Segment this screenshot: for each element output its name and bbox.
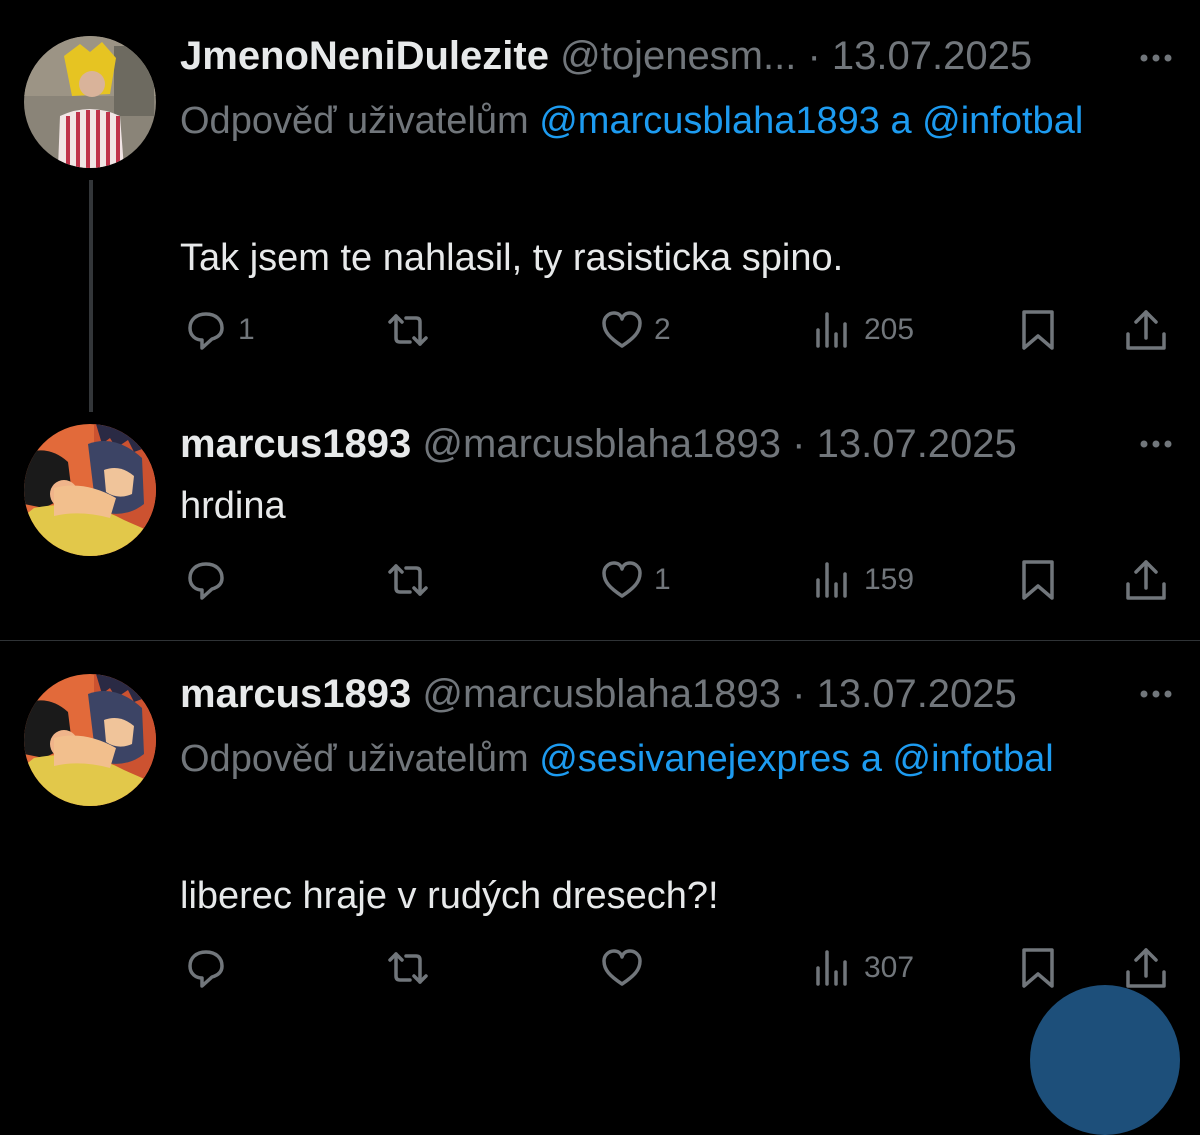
heart-icon [602,561,642,598]
like-count: 1 [654,563,671,596]
retweet-icon [388,952,428,984]
tweet-divider [0,640,1200,641]
reply-bubble-icon [188,950,224,988]
share-icon [1126,310,1166,350]
like-button[interactable]: 2 [600,300,671,360]
reply-context: Odpověď uživatelům @sesivanejexpres a @i… [180,728,1120,790]
view-count: 307 [864,951,915,984]
display-name[interactable]: marcus1893 [180,672,411,716]
mention-link[interactable]: @sesivanejexpres [539,738,850,780]
tweet-text: Tak jsem te nahlasil, ty rasisticka spin… [180,237,844,279]
separator-dot: · [792,672,806,716]
bookmark-icon [1022,310,1054,350]
reply-bubble-icon [188,312,224,350]
view-count: 205 [864,313,915,346]
compose-button[interactable] [1030,985,1180,1135]
more-dots-icon[interactable] [1134,672,1178,716]
retweet-button[interactable] [386,300,430,360]
thread-line [89,180,93,412]
separator-dot: · [807,34,821,78]
tweet-date[interactable]: 13.07.2025 [817,422,1017,466]
display-name[interactable]: marcus1893 [180,422,411,466]
reply-button[interactable]: 1 [184,300,255,360]
views-button[interactable]: 307 [810,938,914,998]
separator-dot: · [792,422,806,466]
avatar[interactable] [24,674,156,806]
heart-icon [602,949,642,986]
tweet-actions: 1 2 205 [180,300,1180,360]
retweet-icon [388,314,428,346]
user-handle[interactable]: @tojenesm... [560,34,796,78]
reply-bubble-icon [188,562,224,600]
reply-prefix: Odpověď uživatelům [180,738,529,780]
bookmark-button[interactable] [1016,300,1060,360]
views-bar-chart-icon [816,562,847,598]
share-button[interactable] [1124,550,1168,610]
heart-icon [602,311,642,348]
mention-and: a [860,738,882,780]
share-button[interactable] [1124,300,1168,360]
retweet-icon [388,564,428,596]
tweet-text: liberec hraje v rudých dresech?! [180,875,719,917]
user-handle[interactable]: @marcusblaha1893 [422,422,781,466]
views-bar-chart-icon [816,312,847,348]
mention-link[interactable]: @infotbal [893,738,1054,780]
tweet-actions: 1 159 [180,550,1180,610]
reply-count: 1 [238,313,255,346]
tweet-header: JmenoNeniDulezite @tojenesm... · 13.07.2… [180,26,1032,86]
tweet-header: marcus1893 @marcusblaha1893 · 13.07.2025 [180,414,1017,474]
mention-link[interactable]: @marcusblaha1893 [539,100,880,142]
avatar[interactable] [24,424,156,556]
reply-button[interactable] [184,550,238,610]
more-dots-icon[interactable] [1134,36,1178,80]
views-button[interactable]: 159 [810,550,914,610]
mention-link[interactable]: @infotbal [922,100,1083,142]
user-handle[interactable]: @marcusblaha1893 [422,672,781,716]
avatar[interactable] [24,36,156,168]
retweet-button[interactable] [386,550,430,610]
reply-button[interactable] [184,938,238,998]
retweet-button[interactable] [386,938,430,998]
bookmark-icon [1022,560,1054,600]
like-button[interactable] [600,938,654,998]
reply-prefix: Odpověď uživatelům [180,100,529,142]
view-count: 159 [864,563,915,596]
tweet-text: hrdina [180,485,286,527]
like-count: 2 [654,313,671,346]
tweet-date[interactable]: 13.07.2025 [817,672,1017,716]
bookmark-icon [1022,948,1054,988]
share-icon [1126,560,1166,600]
tweet-header: marcus1893 @marcusblaha1893 · 13.07.2025 [180,664,1017,724]
more-dots-icon[interactable] [1134,422,1178,466]
display-name[interactable]: JmenoNeniDulezite [180,34,549,78]
like-button[interactable]: 1 [600,550,671,610]
views-button[interactable]: 205 [810,300,914,360]
tweet-actions: 307 [180,938,1180,998]
share-icon [1126,948,1166,988]
views-bar-chart-icon [816,950,847,986]
tweet-date[interactable]: 13.07.2025 [832,34,1032,78]
reply-context: Odpověď uživatelům @marcusblaha1893 a @i… [180,90,1120,152]
bookmark-button[interactable] [1016,938,1060,998]
mention-and: a [890,100,912,142]
bookmark-button[interactable] [1016,550,1060,610]
